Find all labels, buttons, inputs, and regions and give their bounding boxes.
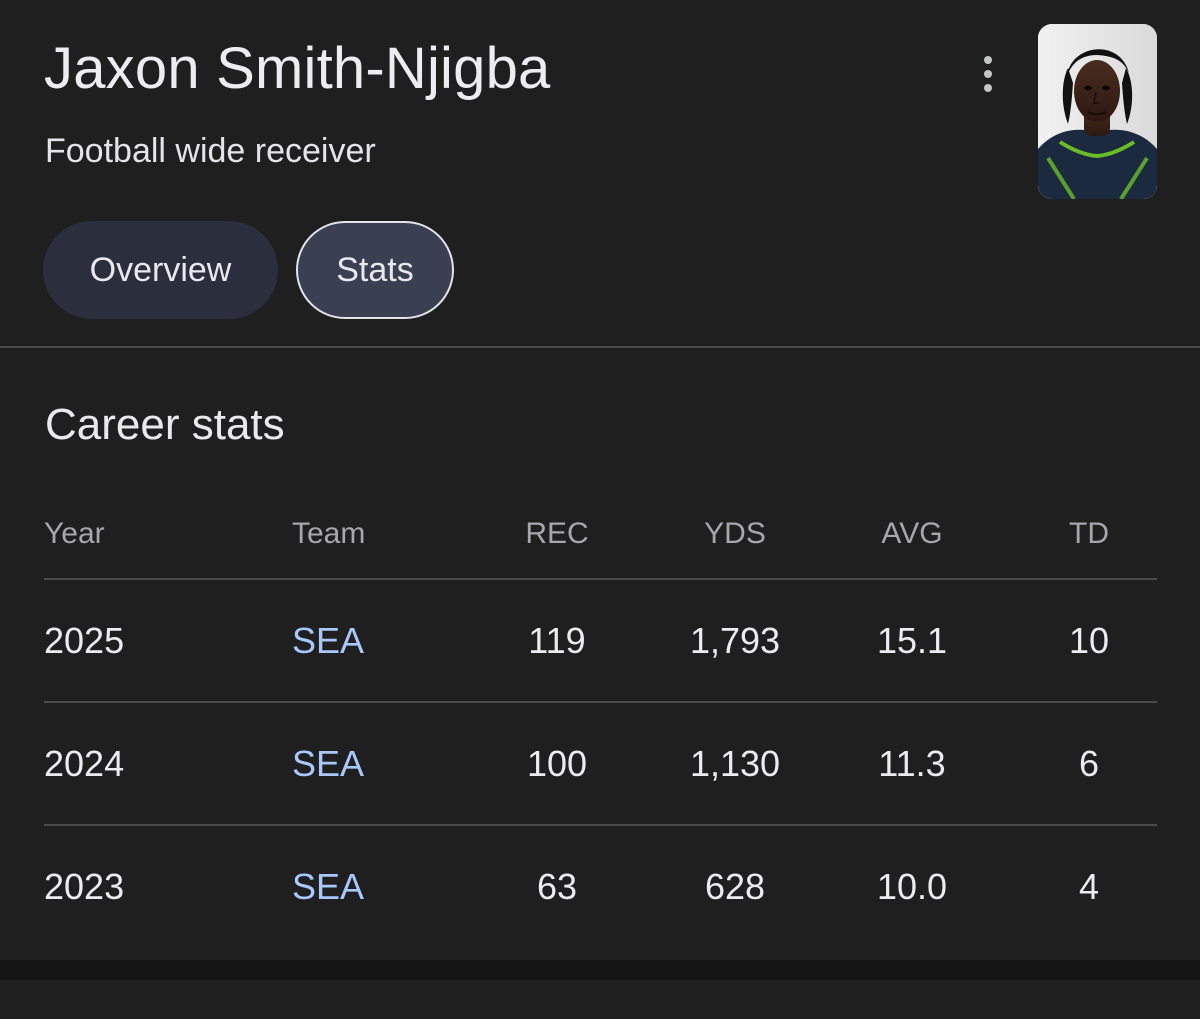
player-header: Jaxon Smith-Njigba Football wide receive…: [0, 0, 1200, 348]
cell-team: SEA: [292, 580, 472, 701]
tab-stats[interactable]: Stats: [296, 221, 454, 319]
next-panel: [0, 980, 1200, 1019]
tab-bar: Overview Stats: [43, 221, 454, 319]
player-subtitle: Football wide receiver: [45, 132, 376, 170]
cell-team: SEA: [292, 703, 472, 824]
career-stats-title: Career stats: [45, 400, 285, 449]
cell-yds: 1,130: [689, 742, 781, 784]
section-divider: [0, 346, 1200, 348]
cell-td: 10: [1068, 619, 1110, 661]
cell-year: 2024: [44, 742, 125, 784]
column-header-team: Team: [292, 517, 366, 550]
cell-year: 2023: [44, 865, 125, 907]
career-stats-table: Year Team REC YDS AVG TD 2025 SEA 119 1,…: [44, 490, 1157, 947]
cell-td: 6: [1078, 742, 1100, 784]
cell-avg: 10.0: [876, 865, 948, 907]
cell-team: SEA: [292, 826, 472, 947]
knowledge-panel: Jaxon Smith-Njigba Football wide receive…: [0, 0, 1200, 1019]
more-options-icon[interactable]: [966, 52, 1010, 96]
table-row: 2025 SEA 119 1,793 15.1 10: [44, 578, 1157, 701]
column-header-avg: AVG: [881, 517, 943, 550]
player-photo[interactable]: [1038, 24, 1157, 199]
table-row: 2023 SEA 63 628 10.0 4: [44, 824, 1157, 947]
column-header-year: Year: [44, 517, 105, 550]
more-options-dot: [984, 56, 992, 64]
cell-yds: 628: [704, 865, 766, 907]
cell-rec: 63: [536, 865, 578, 907]
cell-rec: 119: [528, 619, 586, 661]
table-row: 2024 SEA 100 1,130 11.3 6: [44, 701, 1157, 824]
team-link[interactable]: SEA: [292, 866, 364, 908]
cell-avg: 15.1: [876, 619, 948, 661]
column-header-yds: YDS: [704, 517, 766, 550]
cell-rec: 100: [526, 742, 588, 784]
cell-td: 4: [1078, 865, 1100, 907]
team-link[interactable]: SEA: [292, 743, 364, 785]
player-photo-illustration: [1038, 24, 1157, 199]
tab-overview[interactable]: Overview: [43, 221, 278, 319]
cell-year: 2025: [44, 619, 125, 661]
section-separator-band: [0, 960, 1200, 980]
column-header-rec: REC: [525, 517, 589, 550]
cell-yds: 1,793: [689, 619, 781, 661]
table-header-row: Year Team REC YDS AVG TD: [44, 490, 1157, 578]
more-options-dot: [984, 84, 992, 92]
player-name: Jaxon Smith-Njigba: [44, 36, 551, 101]
more-options-dot: [984, 70, 992, 78]
cell-avg: 11.3: [878, 742, 946, 784]
team-link[interactable]: SEA: [292, 620, 364, 662]
column-header-td: TD: [1069, 517, 1109, 550]
